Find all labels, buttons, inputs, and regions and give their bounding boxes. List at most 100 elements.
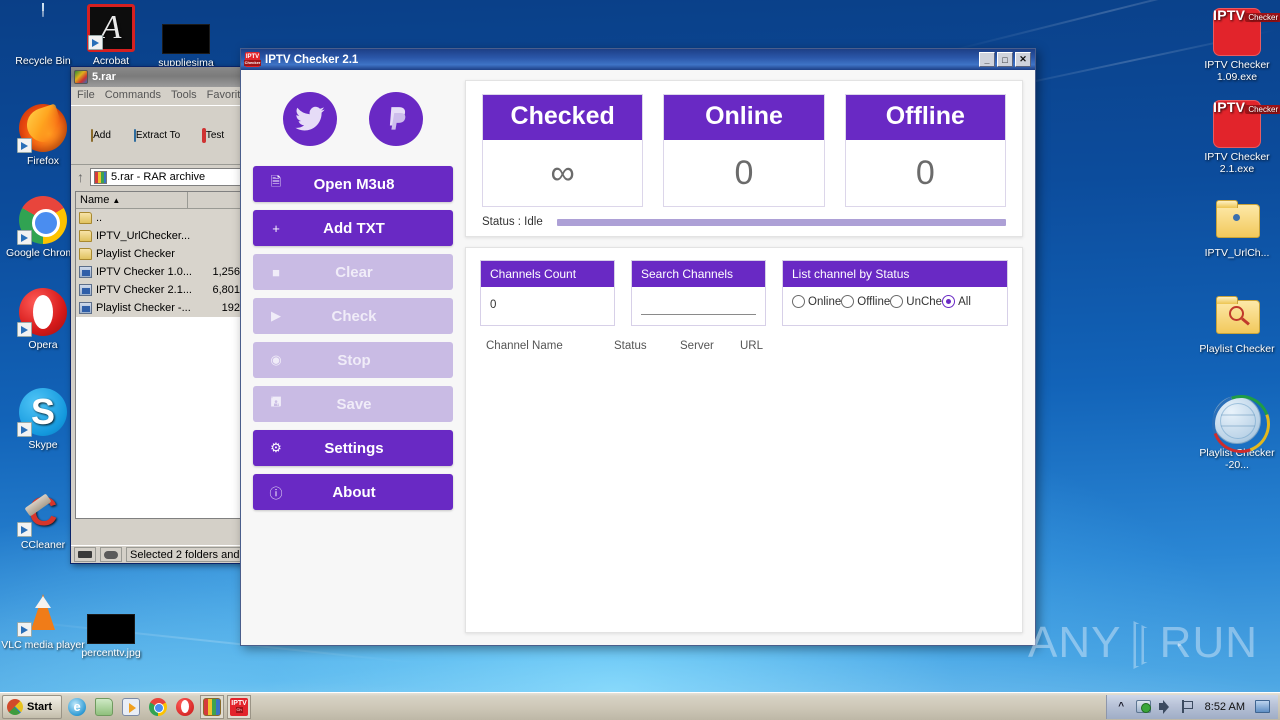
column-name[interactable]: Name ▲ <box>76 192 188 208</box>
winrar-extract-button[interactable]: Extract To <box>133 128 181 142</box>
iptv-checker-app-icon: IPTV Checker <box>1213 8 1280 56</box>
table-row[interactable]: Playlist Checker -... 192 <box>76 299 244 317</box>
status-filter-label: List channel by Status <box>783 261 1007 287</box>
plus-icon: + <box>272 220 280 236</box>
image-thumbnail-icon <box>87 614 135 644</box>
taskbar-internet-explorer[interactable] <box>65 695 89 719</box>
about-button[interactable]: ⓘ About <box>253 474 453 510</box>
taskbar-windows-explorer[interactable] <box>92 695 116 719</box>
winrar-window[interactable]: 5.rar File Commands Tools Favorit Add Ex… <box>70 66 250 564</box>
channels-count-value: 0 <box>490 299 497 311</box>
stat-online: Online 0 <box>663 94 825 207</box>
exe-icon <box>79 284 92 296</box>
close-button[interactable]: ✕ <box>1015 52 1031 67</box>
system-tray[interactable]: ^ 8:52 AM <box>1105 694 1278 719</box>
add-txt-button[interactable]: + Add TXT <box>253 210 453 246</box>
windows-logo-icon <box>7 698 23 715</box>
radio-online[interactable]: Online <box>792 295 841 308</box>
stop-button[interactable]: ◉ Stop <box>253 342 453 378</box>
desktop-icon-percenttv[interactable]: percenttv.jpg <box>68 604 154 659</box>
desktop-icon-playlist-checker-folder[interactable]: Playlist Checker <box>1194 292 1280 355</box>
winrar-file-list[interactable]: Name ▲ .. IPTV_UrlChecker... Playlist Ch… <box>75 191 245 519</box>
desktop-icon-iptv-checker-21[interactable]: IPTV Checker IPTV Checker 2.1.exe <box>1194 100 1280 175</box>
action-center-flag-icon[interactable] <box>1180 699 1195 714</box>
stat-label: Offline <box>845 95 1005 140</box>
desktop-icon-iptv-urlchecker-folder[interactable]: IPTV_UrlCh... <box>1194 196 1280 259</box>
taskbar-iptv-checker[interactable]: IPTV Ch <box>227 694 252 719</box>
table-row[interactable]: IPTV Checker 2.1... 6,801 <box>76 281 244 299</box>
show-hidden-icons-icon[interactable]: ^ <box>1114 699 1129 714</box>
radio-all[interactable]: All <box>942 295 971 308</box>
taskbar-media-player[interactable] <box>119 695 143 719</box>
menu-favorites[interactable]: Favorit <box>207 89 241 103</box>
menu-tools[interactable]: Tools <box>171 89 197 103</box>
filters-row: Channels Count 0 Search Channels List ch… <box>480 260 1008 326</box>
settings-button[interactable]: ⚙ Settings <box>253 430 453 466</box>
menu-commands[interactable]: Commands <box>105 89 161 103</box>
column-status: Status <box>614 340 647 352</box>
taskbar[interactable]: Start IPTVCh ^ 8:52 AM <box>0 692 1280 720</box>
taskbar-winrar[interactable] <box>200 694 225 719</box>
table-row[interactable]: Playlist Checker <box>76 245 244 263</box>
desktop-icon-acrobat[interactable]: Acrobat <box>68 4 154 67</box>
paypal-icon <box>389 107 406 130</box>
maximize-button[interactable]: □ <box>997 52 1013 67</box>
start-button[interactable]: Start <box>2 694 63 719</box>
iptv-left-panel: 🗎 Open M3u8 + Add TXT ■ Clear ▶ Check ◉ … <box>253 80 453 633</box>
search-input[interactable] <box>641 297 756 315</box>
winrar-list-header[interactable]: Name ▲ <box>76 192 244 209</box>
desktop-icon-playlist-checker-2020[interactable]: Playlist Checker -20... <box>1194 396 1280 471</box>
open-m3u8-button[interactable]: 🗎 Open M3u8 <box>253 166 453 202</box>
stat-label: Checked <box>483 95 643 140</box>
skype-icon <box>17 388 67 437</box>
winrar-status-text: Selected 2 folders and 8,2 <box>126 547 246 562</box>
winrar-menubar[interactable]: File Commands Tools Favorit <box>71 87 249 105</box>
winrar-pathbar[interactable]: ↑ 5.rar - RAR archive <box>71 165 249 189</box>
status-text: Status : Idle <box>482 216 543 228</box>
taskbar-google-chrome[interactable] <box>146 695 170 719</box>
vlc-media-player-icon <box>17 588 67 637</box>
column-size[interactable] <box>188 192 244 208</box>
network-icon[interactable] <box>1135 699 1151 714</box>
iptv-titlebar[interactable]: IPTV Checker IPTV Checker 2.1 _ □ ✕ <box>241 49 1035 70</box>
iptv-checker-app-icon: IPTV Ch <box>230 697 249 716</box>
table-row[interactable]: IPTV_UrlChecker... <box>76 227 244 245</box>
status-radio-group[interactable]: Online Offline UnChe All <box>792 295 998 308</box>
table-row[interactable]: IPTV Checker 1.0... 1,256 <box>76 263 244 281</box>
up-arrow-icon[interactable]: ↑ <box>77 169 84 185</box>
status-line: Status : Idle <box>482 216 1006 228</box>
twitter-button[interactable] <box>283 92 337 146</box>
check-button[interactable]: ▶ Check <box>253 298 453 334</box>
desktop-icon-label: percenttv.jpg <box>81 647 141 659</box>
save-button[interactable]: 🖪 Save <box>253 386 453 422</box>
winrar-titlebar[interactable]: 5.rar <box>71 67 249 87</box>
desktop: Recycle Bin Acrobat suppliesima Firefox … <box>0 0 1280 720</box>
iptv-checker-window[interactable]: IPTV Checker IPTV Checker 2.1 _ □ ✕ 🗎 Op… <box>240 48 1036 646</box>
winrar-statusbar: Selected 2 folders and 8,2 <box>71 545 249 563</box>
exe-icon <box>79 302 92 314</box>
desktop-icon-suppliesima[interactable]: suppliesima <box>143 14 229 69</box>
winrar-toolbar[interactable]: Add Extract To Test <box>71 105 249 165</box>
desktop-icon-iptv-checker-109[interactable]: IPTV Checker IPTV Checker 1.09.exe <box>1194 8 1280 83</box>
play-triangle-icon <box>1129 619 1151 667</box>
globe-icon <box>1213 396 1261 444</box>
menu-file[interactable]: File <box>77 89 95 103</box>
stats-card: Checked ∞ Online 0 Offline 0 Status: Id… <box>465 80 1023 237</box>
desktop-icon-label: IPTV Checker 2.1.exe <box>1204 151 1270 175</box>
minimize-button[interactable]: _ <box>979 52 995 67</box>
volume-icon[interactable] <box>1158 699 1173 714</box>
show-desktop-button[interactable] <box>1255 699 1270 714</box>
taskbar-opera[interactable] <box>173 695 197 719</box>
clear-button[interactable]: ■ Clear <box>253 254 453 290</box>
paypal-button[interactable] <box>369 92 423 146</box>
taskbar-clock[interactable]: 8:52 AM <box>1202 701 1248 713</box>
winrar-path-field[interactable]: 5.rar - RAR archive <box>90 168 243 186</box>
winrar-test-button[interactable]: Test <box>189 127 237 143</box>
winrar-add-button[interactable]: Add <box>77 128 125 142</box>
trash-icon: ■ <box>272 264 280 280</box>
radio-unchecked[interactable]: UnChe <box>890 295 942 308</box>
radio-offline[interactable]: Offline <box>841 295 890 308</box>
table-row[interactable]: .. <box>76 209 244 227</box>
google-chrome-icon <box>149 697 168 716</box>
adobe-acrobat-icon <box>87 4 135 52</box>
